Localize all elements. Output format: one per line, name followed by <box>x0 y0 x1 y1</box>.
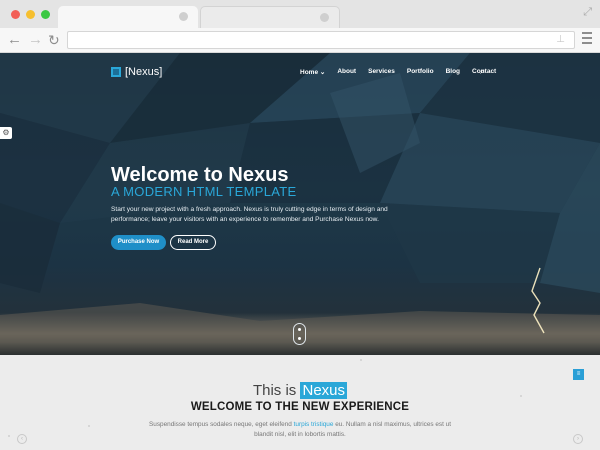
pin-icon[interactable]: ⊥ <box>556 34 565 45</box>
intro-title: This is Nexus <box>252 382 348 399</box>
decor-dot <box>88 425 90 427</box>
tab-close-icon[interactable] <box>320 13 329 22</box>
reload-icon[interactable]: ↻ <box>48 30 60 50</box>
hero-subtitle: A MODERN HTML TEMPLATE <box>111 184 297 199</box>
decor-dot <box>360 359 362 361</box>
read-more-button[interactable]: Read More <box>170 235 216 250</box>
forward-arrow-icon[interactable]: → <box>28 30 43 50</box>
gear-icon[interactable]: ⚙ <box>0 127 12 139</box>
close-window-button[interactable] <box>11 10 20 19</box>
intro-text: Suspendisse tempus sodales neque, eget e… <box>149 421 451 438</box>
intro-heading: WELCOME TO THE NEW EXPERIENCE <box>190 401 410 413</box>
polygon-background <box>0 53 600 343</box>
intro-section: ≡ This is Nexus WELCOME TO THE NEW EXPER… <box>0 355 600 450</box>
browser-menu-icon[interactable] <box>582 32 592 47</box>
nav-home[interactable]: Home ⌄ <box>300 68 325 76</box>
logo-square-icon <box>111 67 121 77</box>
expand-icon[interactable]: ⤢ <box>583 6 592 19</box>
scroll-down-icon[interactable] <box>293 323 306 345</box>
window-controls <box>11 10 50 19</box>
browser-tab-inactive[interactable] <box>200 6 340 28</box>
nav-portfolio[interactable]: Portfolio <box>407 68 434 76</box>
intro-link[interactable]: turpis tristique <box>294 421 334 428</box>
site-logo[interactable]: [Nexus] <box>111 66 162 78</box>
nav-services[interactable]: Services <box>368 68 395 76</box>
purchase-now-button[interactable]: Purchase Now <box>111 235 166 250</box>
minimize-window-button[interactable] <box>26 10 35 19</box>
decor-dot <box>8 435 10 437</box>
main-navigation: Home ⌄ About Services Portfolio Blog Con… <box>300 67 508 77</box>
browser-toolbar: ← → ↻ ⊥ <box>0 28 600 52</box>
nav-about[interactable]: About <box>337 68 356 76</box>
maximize-window-button[interactable] <box>41 10 50 19</box>
brand-name: [Nexus] <box>125 66 163 78</box>
previous-arrow-icon[interactable]: ‹ <box>17 434 27 444</box>
back-arrow-icon[interactable]: ← <box>7 30 22 50</box>
browser-tab-active[interactable] <box>58 6 198 28</box>
hero-section: [Nexus] Home ⌄ About Services Portfolio … <box>0 53 600 355</box>
search-icon[interactable]: ⌕ <box>480 67 484 77</box>
intro-highlight: Nexus <box>300 382 348 399</box>
address-bar[interactable]: ⊥ <box>67 31 575 49</box>
nav-blog[interactable]: Blog <box>446 68 460 76</box>
browser-chrome: ⤢ ← → ↻ ⊥ <box>0 0 600 52</box>
chevron-down-icon: ⌄ <box>319 69 326 76</box>
next-arrow-icon[interactable]: › <box>573 434 583 444</box>
hero-description: Start your new project with a fresh appr… <box>111 206 388 223</box>
tab-close-icon[interactable] <box>179 12 188 21</box>
decor-dot <box>520 395 522 397</box>
menu-toggle-icon[interactable]: ≡ <box>573 369 584 380</box>
